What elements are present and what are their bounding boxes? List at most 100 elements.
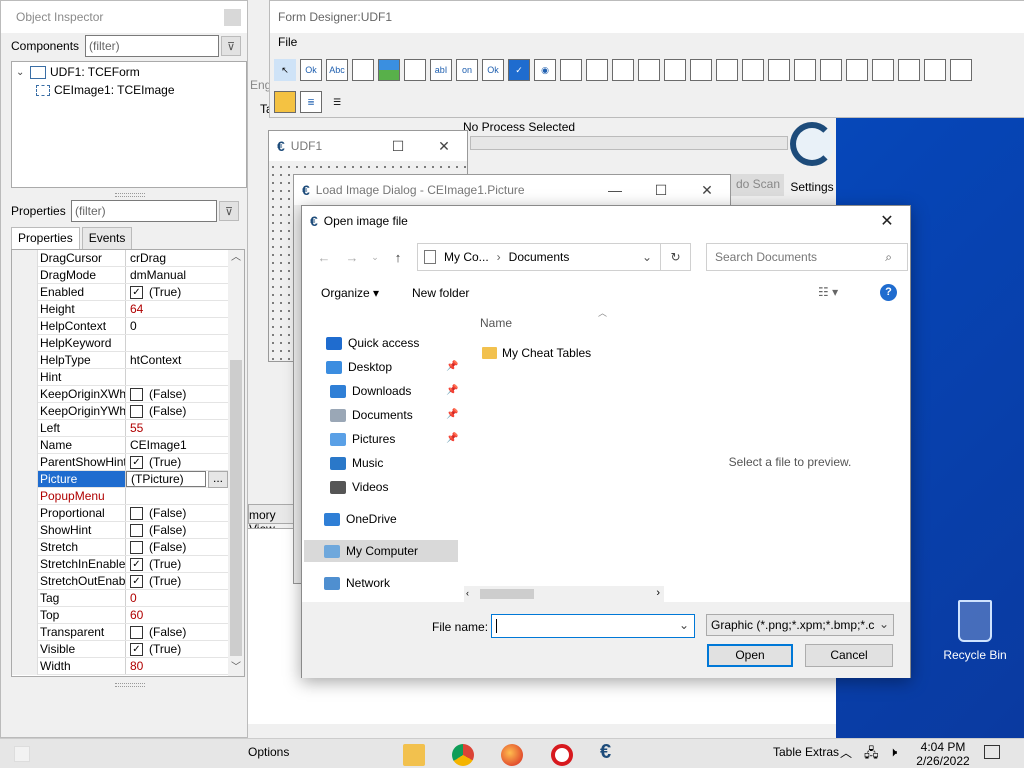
checkbox[interactable]: ✓: [130, 574, 143, 588]
radio-tool-icon[interactable]: ◉: [534, 59, 556, 81]
property-row[interactable]: Hint: [12, 369, 228, 386]
file-list[interactable]: My Cheat Tables: [468, 310, 662, 586]
property-row[interactable]: Picture (TPicture)...: [12, 471, 228, 488]
property-row[interactable]: Proportional (False): [12, 505, 228, 522]
close-icon[interactable]: ✕: [864, 206, 910, 236]
scrollbar-thumb[interactable]: [230, 360, 242, 656]
tab-properties[interactable]: Properties: [11, 227, 80, 249]
network-icon[interactable]: 🖧: [864, 744, 879, 766]
vertical-scrollbar[interactable]: ︿ ﹀: [228, 250, 244, 676]
scroll-left-icon[interactable]: ‹: [466, 588, 469, 598]
tree-item-udf1[interactable]: ⌄ UDF1: TCEForm: [12, 63, 246, 81]
property-value[interactable]: ✓ (True): [126, 556, 228, 572]
property-value[interactable]: (TPicture): [126, 471, 206, 487]
chrome-icon[interactable]: [452, 744, 474, 766]
property-value[interactable]: htContext: [126, 352, 228, 368]
tree-item-ceimage1[interactable]: CEImage1: TCEImage: [12, 81, 246, 99]
checkbox[interactable]: ✓: [130, 557, 143, 571]
splitter-grip[interactable]: [115, 683, 145, 687]
property-row[interactable]: KeepOriginYWhe (False): [12, 403, 228, 420]
grid-tool-icon[interactable]: [768, 59, 790, 81]
checkbox[interactable]: ✓: [130, 455, 143, 469]
property-value[interactable]: ✓ (True): [126, 454, 228, 470]
memo-tool-icon[interactable]: [404, 59, 426, 81]
edit-tool-icon[interactable]: abI: [430, 59, 452, 81]
windows-start-icon[interactable]: [14, 746, 30, 762]
property-row[interactable]: KeepOriginXWhe (False): [12, 386, 228, 403]
nav-item[interactable]: Music: [330, 452, 383, 474]
property-value[interactable]: 0: [126, 318, 228, 334]
close-icon[interactable]: [224, 9, 241, 26]
trackbar-tool-icon[interactable]: [716, 59, 738, 81]
help-icon[interactable]: ?: [880, 284, 897, 301]
firefox-icon[interactable]: [501, 744, 523, 766]
chevron-up-icon[interactable]: ︿: [840, 744, 852, 761]
pointer-tool-icon[interactable]: ↖: [274, 59, 296, 81]
property-row[interactable]: Stretch (False): [12, 539, 228, 556]
properties-filter-input[interactable]: (filter): [71, 200, 217, 222]
property-grid[interactable]: DragCursor crDrag DragMode dmManual Enabled ✓…: [11, 249, 245, 677]
property-row[interactable]: Width 80: [12, 658, 228, 675]
maximize-icon[interactable]: ☐: [638, 175, 684, 205]
property-row[interactable]: Height 64: [12, 301, 228, 318]
pin-icon[interactable]: 📌: [446, 409, 458, 420]
volume-icon[interactable]: 🕨: [889, 744, 897, 760]
property-value[interactable]: [126, 335, 228, 351]
property-row[interactable]: Name CEImage1: [12, 437, 228, 454]
open-folder-icon[interactable]: [274, 91, 296, 113]
clock[interactable]: 4:04 PM 2/26/2022: [912, 740, 974, 768]
cancel-button[interactable]: Cancel: [805, 644, 893, 667]
checkbox[interactable]: [130, 506, 143, 520]
property-row[interactable]: StretchInEnabled ✓ (True): [12, 556, 228, 573]
property-value[interactable]: dmManual: [126, 267, 228, 283]
property-value[interactable]: [126, 369, 228, 385]
progressbar-tool-icon[interactable]: [690, 59, 712, 81]
pagecontrol-tool-icon[interactable]: [872, 59, 894, 81]
search-input[interactable]: Search Documents: [706, 243, 908, 271]
up-arrow-icon[interactable]: ↑: [384, 250, 412, 265]
address-bar[interactable]: My Co... › Documents ⌄: [417, 243, 661, 271]
tab-events[interactable]: Events: [81, 227, 133, 249]
nav-item[interactable]: OneDrive: [324, 508, 397, 530]
component-tree[interactable]: ⌄ UDF1: TCEForm CEImage1: TCEImage: [11, 61, 247, 188]
property-row[interactable]: HelpContext 0: [12, 318, 228, 335]
checkbox[interactable]: ✓: [130, 285, 143, 299]
view-options-icon[interactable]: ☷ ▾: [818, 285, 838, 299]
property-row[interactable]: Enabled ✓ (True): [12, 284, 228, 301]
close-icon[interactable]: ✕: [684, 175, 730, 205]
checkbox[interactable]: [130, 387, 143, 401]
cheat-engine-logo[interactable]: Settings: [788, 118, 836, 204]
breadcrumb-my-computer[interactable]: My Co...: [444, 250, 489, 264]
combobox-tool-icon[interactable]: [664, 59, 686, 81]
undo-scan-button[interactable]: do Scan: [724, 174, 784, 196]
property-value[interactable]: (False): [126, 522, 228, 538]
property-value[interactable]: 80: [126, 658, 228, 674]
label-tool-icon[interactable]: Abc: [326, 59, 348, 81]
horizontal-scrollbar[interactable]: ‹ ›: [464, 586, 664, 602]
nav-item[interactable]: My Computer: [304, 540, 458, 562]
nav-item[interactable]: Videos: [330, 476, 388, 498]
treeview-tool-icon[interactable]: [742, 59, 764, 81]
scroll-down-icon[interactable]: ﹀: [228, 660, 244, 676]
recycle-bin-shortcut[interactable]: Recycle Bin: [940, 600, 1010, 662]
property-value[interactable]: (False): [126, 624, 228, 640]
property-row[interactable]: PopupMenu: [12, 488, 228, 505]
list-item[interactable]: My Cheat Tables: [482, 346, 591, 360]
panel-tool-icon[interactable]: [352, 59, 374, 81]
refresh-icon[interactable]: ↻: [661, 243, 691, 271]
recent-chevron-icon[interactable]: ⌄: [366, 252, 384, 263]
checkbox[interactable]: [130, 625, 143, 639]
checkbox[interactable]: [130, 540, 143, 554]
timer-tool-icon[interactable]: [898, 59, 920, 81]
menu-file[interactable]: File: [270, 33, 1024, 53]
property-value[interactable]: (False): [126, 539, 228, 555]
property-value[interactable]: (False): [126, 386, 228, 402]
property-row[interactable]: Tag 0: [12, 590, 228, 607]
list-icon[interactable]: ≣: [300, 91, 322, 113]
pin-icon[interactable]: 📌: [446, 361, 458, 372]
checkbox[interactable]: ✓: [130, 642, 143, 656]
property-value[interactable]: 60: [126, 607, 228, 623]
file-type-select[interactable]: Graphic (*.png;*.xpm;*.bmp;*.c ⌄: [706, 614, 894, 636]
memory-view-button[interactable]: mory View: [248, 504, 298, 536]
tabcontrol-tool-icon[interactable]: [846, 59, 868, 81]
